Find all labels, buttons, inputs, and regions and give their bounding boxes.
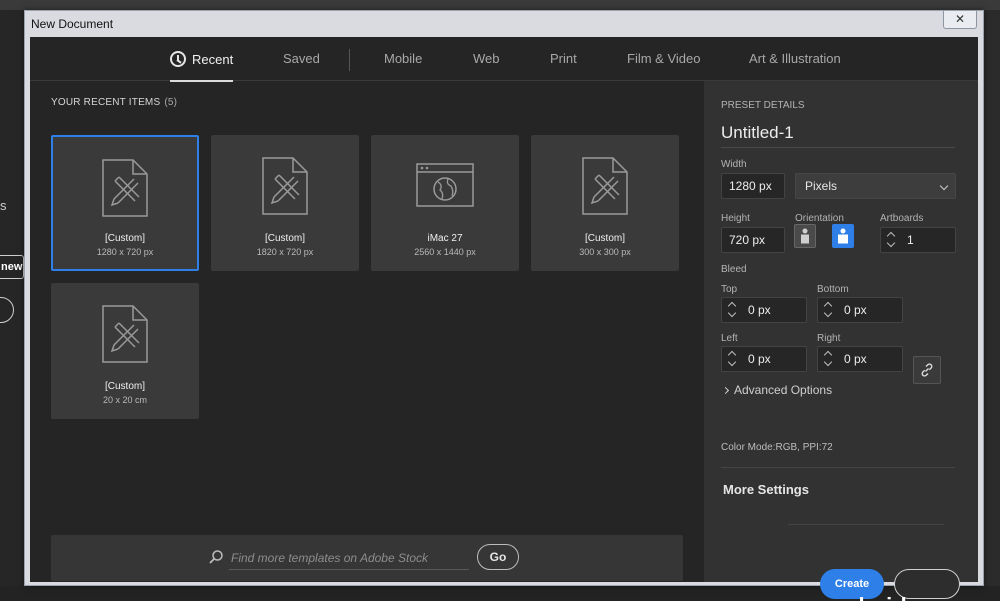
- bleed-bottom-value: 0 px: [844, 303, 867, 317]
- artboards-label: Artboards: [880, 213, 924, 224]
- watermark-text: gyan.baid: [796, 593, 908, 601]
- bleed-right-label: Right: [817, 333, 841, 344]
- category-tabs: Recent Saved Mobile Web Print Film & Vid…: [30, 37, 978, 82]
- tab-art-illustration[interactable]: Art & Illustration: [749, 51, 841, 81]
- advanced-options-label: Advanced Options: [734, 383, 833, 397]
- adobe-stock-search-bar: Go: [51, 535, 683, 581]
- recent-item-size: 1820 x 720 px: [256, 247, 314, 257]
- background-app-left-area: s new: [0, 10, 26, 601]
- panel-divider: [788, 524, 944, 525]
- recent-item-size: 20 x 20 cm: [102, 395, 148, 405]
- width-label: Width: [721, 159, 747, 170]
- tab-mobile[interactable]: Mobile: [384, 51, 422, 81]
- bleed-bottom-field[interactable]: 0 px: [817, 297, 903, 323]
- recent-item-name: iMac 27: [427, 233, 463, 244]
- recent-item-4[interactable]: [Custom] 300 x 300 px: [531, 135, 679, 271]
- recent-item-size: 2560 x 1440 px: [414, 247, 476, 257]
- go-button[interactable]: Go: [477, 544, 519, 570]
- dialog-content: Recent Saved Mobile Web Print Film & Vid…: [30, 37, 978, 601]
- background-circle-button: [0, 297, 14, 323]
- tab-recent-label: Recent: [192, 52, 234, 67]
- tab-print[interactable]: Print: [550, 51, 577, 81]
- background-letter: s: [0, 198, 7, 213]
- tab-web[interactable]: Web: [473, 51, 500, 81]
- panel-divider: [721, 467, 955, 468]
- bleed-left-field[interactable]: 0 px: [721, 346, 807, 372]
- dialog-titlebar[interactable]: New Document ✕: [25, 11, 983, 37]
- bleed-label: Bleed: [721, 264, 747, 275]
- link-icon: [920, 363, 934, 382]
- recent-item-3[interactable]: iMac 27 2560 x 1440 px: [371, 135, 519, 271]
- recent-items-count: (5): [164, 97, 178, 108]
- landscape-orientation-button[interactable]: [832, 224, 854, 248]
- more-settings-link[interactable]: More Settings: [723, 482, 809, 497]
- bleed-left-label: Left: [721, 333, 738, 344]
- portrait-icon: [799, 228, 811, 249]
- bleed-right-field[interactable]: 0 px: [817, 346, 903, 372]
- recent-item-5[interactable]: [Custom] 20 x 20 cm: [51, 283, 199, 419]
- chevron-right-icon: [721, 386, 730, 395]
- link-bleed-button[interactable]: [913, 356, 941, 384]
- bleed-bottom-stepper[interactable]: [820, 297, 838, 323]
- search-icon: [209, 550, 223, 569]
- preset-details-label: PRESET DETAILS: [721, 100, 805, 111]
- color-mode-info: Color Mode:RGB, PPI:72: [721, 442, 833, 453]
- portrait-orientation-button[interactable]: [794, 224, 816, 248]
- bleed-right-value: 0 px: [844, 352, 867, 366]
- web-browser-icon: [416, 163, 474, 214]
- artboards-field[interactable]: 1: [880, 227, 956, 253]
- bleed-left-stepper[interactable]: [724, 346, 742, 372]
- document-icon: [261, 157, 309, 220]
- tab-saved[interactable]: Saved: [283, 51, 320, 81]
- advanced-options-toggle[interactable]: Advanced Options: [721, 383, 833, 397]
- stock-search-input[interactable]: [229, 546, 469, 570]
- units-value: Pixels: [805, 179, 838, 193]
- background-new-button: new: [0, 255, 24, 279]
- width-field[interactable]: 1280 px: [721, 173, 785, 199]
- bleed-top-stepper[interactable]: [724, 297, 742, 323]
- bleed-top-label: Top: [721, 284, 738, 295]
- height-label: Height: [721, 213, 750, 224]
- document-icon: [101, 159, 149, 222]
- recent-item-name: [Custom]: [264, 233, 305, 244]
- units-dropdown[interactable]: Pixels: [795, 173, 956, 199]
- height-field[interactable]: 720 px: [721, 227, 785, 253]
- bleed-left-value: 0 px: [748, 352, 771, 366]
- recent-items-title: YOUR RECENT ITEMS: [51, 97, 161, 108]
- clock-icon: [170, 51, 186, 67]
- dialog-title: New Document: [31, 17, 114, 31]
- recent-item-2[interactable]: [Custom] 1820 x 720 px: [211, 135, 359, 271]
- document-name[interactable]: Untitled-1: [721, 123, 794, 143]
- tab-recent[interactable]: Recent: [170, 51, 234, 82]
- tab-separator: [349, 49, 350, 71]
- chevron-down-icon: [939, 181, 949, 191]
- document-icon: [101, 305, 149, 368]
- landscape-icon: [836, 228, 850, 249]
- bleed-top-field[interactable]: 0 px: [721, 297, 807, 323]
- recent-item-size: 1280 x 720 px: [96, 247, 154, 257]
- document-icon: [581, 157, 629, 220]
- background-app-toolbar: [0, 0, 1000, 10]
- recent-item-1[interactable]: [Custom] 1280 x 720 px: [51, 135, 199, 271]
- preset-details-panel: PRESET DETAILS Untitled-1 Width 1280 px …: [704, 81, 978, 601]
- bleed-bottom-label: Bottom: [817, 284, 849, 295]
- bleed-right-stepper[interactable]: [820, 346, 838, 372]
- tab-film-video[interactable]: Film & Video: [627, 51, 700, 81]
- bleed-top-value: 0 px: [748, 303, 771, 317]
- new-document-dialog: New Document ✕ Recent Saved Mobile Web P…: [24, 10, 984, 601]
- orientation-label: Orientation: [795, 213, 844, 224]
- recent-item-name: [Custom]: [584, 233, 625, 244]
- dialog-close-button[interactable]: ✕: [943, 11, 977, 29]
- recent-item-size: 300 x 300 px: [579, 247, 631, 257]
- recent-item-name: [Custom]: [104, 233, 145, 244]
- recent-item-name: [Custom]: [104, 381, 145, 392]
- artboards-stepper[interactable]: [883, 227, 901, 253]
- name-underline: [721, 147, 955, 148]
- artboards-value: 1: [907, 233, 914, 247]
- recent-items-header: YOUR RECENT ITEMS (5): [51, 97, 177, 108]
